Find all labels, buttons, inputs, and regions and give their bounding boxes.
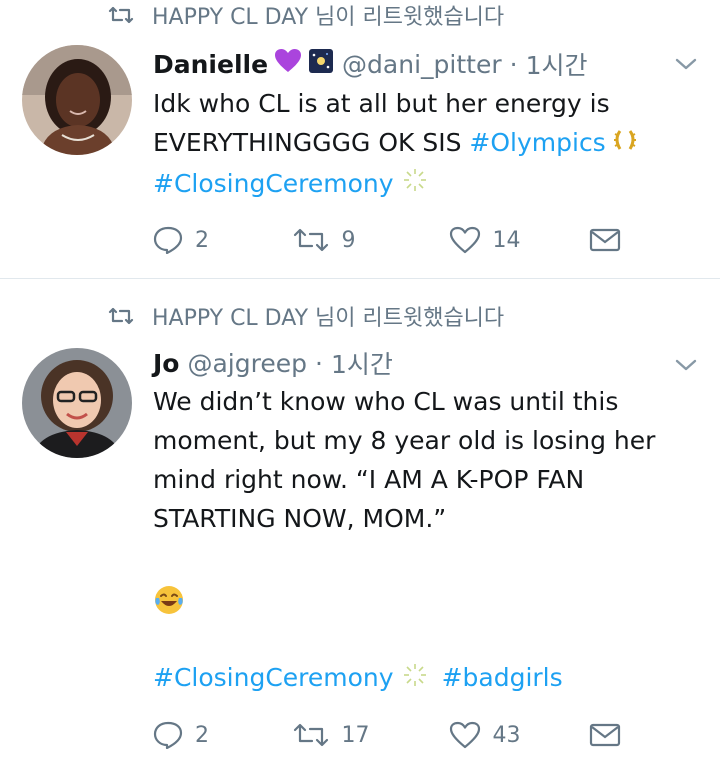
tweet-actions: 2 17 43 — [153, 717, 633, 753]
retweet-icon — [294, 228, 329, 252]
separator: · — [314, 348, 323, 378]
like-count: 14 — [492, 227, 521, 253]
tweet-text: We didn’t know who CL was until this mom… — [153, 382, 703, 538]
text-line: We didn’t know who CL was until this — [153, 387, 619, 416]
text-line: mind right now. “I AM A K-POP FAN — [153, 465, 585, 494]
envelope-icon — [589, 228, 621, 252]
retweet-label: HAPPY CL DAY 님이 리트윗했습니다 — [152, 306, 505, 331]
retweet-icon — [108, 6, 134, 24]
tweet[interactable]: HAPPY CL DAY 님이 리트윗했습니다 Danielle @dani_p… — [0, 0, 720, 278]
tweet-header: Jo @ajgreep · 1시간 — [153, 345, 393, 381]
text-line: STARTING NOW, MOM.” — [153, 504, 447, 533]
reply-icon — [153, 721, 183, 749]
retweet-icon — [294, 723, 329, 747]
tweet-header: Danielle @dani_pitter · 1시간 — [153, 46, 587, 82]
avatar[interactable] — [22, 348, 132, 458]
heart-icon — [449, 721, 480, 749]
retweet-context: HAPPY CL DAY 님이 리트윗했습니다 — [108, 301, 504, 331]
reply-button[interactable]: 2 — [153, 721, 293, 749]
user-name[interactable]: Danielle — [153, 50, 268, 79]
reply-count: 2 — [195, 722, 209, 748]
laurel-emoji — [612, 125, 638, 164]
chevron-down-icon[interactable] — [674, 357, 698, 373]
retweet-count: 9 — [341, 227, 356, 253]
tweet-actions: 2 9 14 — [153, 222, 633, 258]
user-handle[interactable]: @dani_pitter — [342, 50, 502, 79]
fireworks-emoji — [402, 165, 428, 204]
tears-of-joy-emoji — [153, 584, 185, 620]
timestamp[interactable]: 1시간 — [331, 345, 393, 381]
retweet-context: HAPPY CL DAY 님이 리트윗했습니다 — [108, 0, 504, 30]
text-line: EVERYTHINGGGG OK SIS #Olympics — [153, 123, 703, 164]
text-fragment: EVERYTHINGGGG OK SIS — [153, 128, 470, 157]
purple-heart-emoji — [274, 48, 302, 80]
hashtag-link[interactable]: #badgirls — [442, 663, 563, 692]
hashtag-link[interactable]: #Olympics — [469, 128, 605, 157]
envelope-icon — [589, 723, 621, 747]
user-name[interactable]: Jo — [153, 349, 179, 378]
reply-icon — [153, 226, 183, 254]
tweet[interactable]: HAPPY CL DAY 님이 리트윗했습니다 Jo @ajgreep · 1시… — [0, 279, 720, 770]
message-button[interactable] — [589, 722, 633, 748]
fireworks-emoji — [402, 660, 428, 699]
reply-count: 2 — [195, 227, 209, 253]
chevron-down-icon[interactable] — [674, 56, 698, 72]
user-handle[interactable]: @ajgreep — [187, 349, 307, 378]
timestamp[interactable]: 1시간 — [526, 46, 588, 82]
retweet-label: HAPPY CL DAY 님이 리트윗했습니다 — [152, 5, 505, 30]
message-button[interactable] — [589, 227, 633, 253]
text-line: moment, but my 8 year old is losing her — [153, 426, 656, 455]
text-line: Idk who CL is at all but her energy is — [153, 89, 610, 118]
retweet-button[interactable]: 17 — [293, 722, 448, 748]
text-line: #ClosingCeremony #badgirls — [153, 658, 703, 699]
like-button[interactable]: 43 — [449, 721, 589, 749]
text-line: #ClosingCeremony — [153, 164, 703, 205]
hashtag-link[interactable]: #ClosingCeremony — [153, 663, 394, 692]
avatar[interactable] — [22, 45, 132, 155]
like-button[interactable]: 14 — [449, 226, 589, 254]
retweet-icon — [108, 307, 134, 325]
tweet-text: Idk who CL is at all but her energy is E… — [153, 84, 703, 204]
heart-icon — [449, 226, 480, 254]
hashtag-link[interactable]: #ClosingCeremony — [153, 169, 394, 198]
reply-button[interactable]: 2 — [153, 226, 293, 254]
tweet-hashtags: #ClosingCeremony #badgirls — [153, 658, 703, 699]
sparkle-space-emoji — [308, 48, 334, 80]
retweet-count: 17 — [341, 722, 370, 748]
retweet-button[interactable]: 9 — [293, 227, 448, 253]
like-count: 43 — [492, 722, 521, 748]
separator: · — [509, 49, 518, 79]
